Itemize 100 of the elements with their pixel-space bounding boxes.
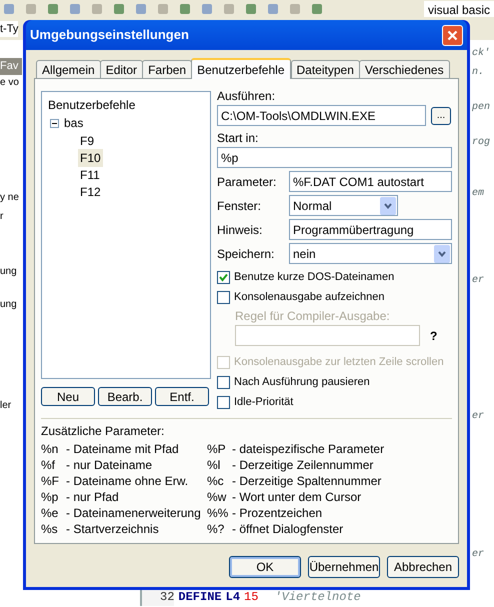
code-identifier: L4	[226, 589, 240, 606]
toolbar-icon[interactable]	[310, 2, 324, 16]
toolbar-icon[interactable]	[200, 2, 214, 16]
tree-root[interactable]: Benutzerbefehle	[46, 96, 206, 114]
parameter-code: %w	[207, 489, 228, 504]
field-label: Ausführen:	[217, 88, 276, 105]
dropdown-button[interactable]	[434, 244, 450, 262]
checkbox[interactable]	[217, 376, 230, 388]
field-label: Parameter:	[217, 174, 278, 190]
parameter-description: - nur Dateiname	[66, 457, 152, 472]
dropdown-field[interactable]: nein	[289, 243, 452, 264]
toolbar-icon[interactable]	[288, 2, 302, 16]
checkbox[interactable]	[217, 270, 230, 284]
tree-item[interactable]: F10	[78, 148, 103, 166]
parameter-code: %l	[207, 457, 222, 472]
parameter-code: %%	[207, 505, 230, 520]
checkbox-label: Konsolenausgabe aufzeichnen	[234, 290, 384, 305]
dropdown-value: nein	[293, 246, 316, 262]
dropdown-button[interactable]	[380, 196, 396, 214]
sidebar-item[interactable]: ler	[0, 398, 22, 412]
tree-button[interactable]: Bearb.	[98, 387, 152, 406]
toolbar-icon[interactable]	[222, 2, 236, 16]
parameter-code: %p	[41, 489, 60, 504]
parameter-description: - Dateinamenerweiterung	[66, 505, 201, 520]
parameter-code: %f	[41, 457, 56, 472]
field-label: Hinweis:	[217, 222, 264, 238]
parameter-code: %n	[41, 441, 60, 456]
chevron-down-icon	[438, 250, 446, 256]
tab[interactable]: Verschiedenes	[358, 60, 450, 78]
toolbar-icon[interactable]	[178, 2, 192, 16]
parameter-code: %e	[41, 505, 60, 520]
close-icon	[447, 30, 458, 40]
checkbox[interactable]	[217, 396, 230, 408]
code-comment: rog	[472, 136, 490, 150]
dialog-button[interactable]: Übernehmen	[308, 556, 380, 578]
dropdown-field[interactable]: Normal	[289, 195, 398, 216]
sidebar-item[interactable]: e vo	[0, 74, 22, 90]
sidebar-item[interactable]: y ne	[0, 190, 22, 204]
toolbar-icon[interactable]	[24, 2, 38, 16]
toolbar-icon[interactable]	[2, 2, 16, 16]
checkbox-label: Benutze kurze DOS-Dateinamen	[234, 270, 394, 285]
collapse-toggle[interactable]	[50, 118, 59, 128]
code-comment: ck'	[472, 46, 490, 61]
input-field[interactable]: %F.DAT COM1 autostart	[289, 171, 452, 192]
minus-icon	[52, 120, 57, 126]
dialog-button[interactable]: OK	[229, 556, 301, 578]
parameter-code: %c	[207, 473, 225, 488]
window-title: Umgebungseinstellungen	[30, 26, 189, 44]
input-field[interactable]: C:\OM-Tools\OMDLWIN.EXE	[217, 105, 426, 126]
code-comment: er	[472, 410, 484, 424]
sidebar-header: Fav	[0, 58, 22, 74]
language-field[interactable]: visual basic	[424, 1, 494, 17]
chevron-down-icon	[384, 202, 392, 208]
checkbox-label: Nach Ausführung pausieren	[234, 374, 370, 390]
parameter-code: %?	[207, 521, 226, 536]
toolbar-icon[interactable]	[134, 2, 148, 16]
browse-button[interactable]: ...	[431, 106, 451, 124]
parameter-description: - Wort unter dem Cursor	[232, 489, 362, 504]
toolbar-icon[interactable]	[244, 2, 258, 16]
field-label: Regel für Compiler-Ausgabe:	[235, 308, 391, 325]
tab[interactable]: Editor	[100, 60, 144, 78]
tree-button[interactable]: Entf.	[155, 387, 209, 406]
code-comment: em	[472, 187, 484, 201]
code-keyword: DEFINE	[178, 589, 222, 606]
input-field[interactable]: Programmübertragung	[289, 219, 452, 240]
parameter-description: - Dateiname ohne Erw.	[66, 473, 188, 488]
tree-item[interactable]: F9	[78, 132, 96, 150]
tree-item[interactable]: F11	[78, 166, 102, 184]
code-comment: 'Viertelnote	[274, 589, 361, 606]
tree-button[interactable]: Neu	[41, 387, 95, 406]
field-label: Start in:	[217, 130, 260, 147]
toolbar-icon[interactable]	[112, 2, 126, 16]
close-button[interactable]	[442, 24, 463, 46]
toolbar-icon[interactable]	[266, 2, 280, 16]
tab[interactable]: Benutzerbefehle	[191, 58, 290, 79]
toolbar-icon[interactable]	[90, 2, 104, 16]
toolbar-icon[interactable]	[68, 2, 82, 16]
parameter-description: - Dateiname mit Pfad	[66, 441, 179, 456]
checkbox-label: Idle-Priorität	[234, 394, 294, 410]
checkmark-icon	[219, 272, 228, 282]
checkbox[interactable]	[217, 290, 230, 304]
toolbar-icon[interactable]	[156, 2, 170, 16]
input-field[interactable]: %p	[217, 147, 452, 168]
sidebar-item[interactable]: r	[0, 208, 22, 224]
dialog-button[interactable]: Abbrechen	[387, 556, 459, 578]
parameter-description: - Derzeitige Spaltennummer	[232, 473, 382, 488]
tree-item[interactable]: F12	[78, 182, 103, 200]
tab[interactable]: t-Ty	[0, 20, 18, 38]
tab[interactable]: Allgemein	[36, 60, 101, 78]
parameter-code: %s	[41, 521, 59, 536]
code-number: 15	[244, 589, 258, 606]
tab[interactable]: Dateitypen	[290, 60, 360, 78]
sidebar-item[interactable]: ung	[0, 296, 22, 312]
tab[interactable]: Farben	[142, 60, 192, 78]
sidebar-item[interactable]: ung	[0, 264, 22, 278]
code-comment: er	[472, 274, 484, 288]
parameter-description: - Startverzeichnis	[66, 521, 159, 536]
code-comment: pen	[472, 101, 490, 115]
toolbar-icon[interactable]	[46, 2, 60, 16]
tree-item[interactable]: bas	[63, 114, 84, 132]
